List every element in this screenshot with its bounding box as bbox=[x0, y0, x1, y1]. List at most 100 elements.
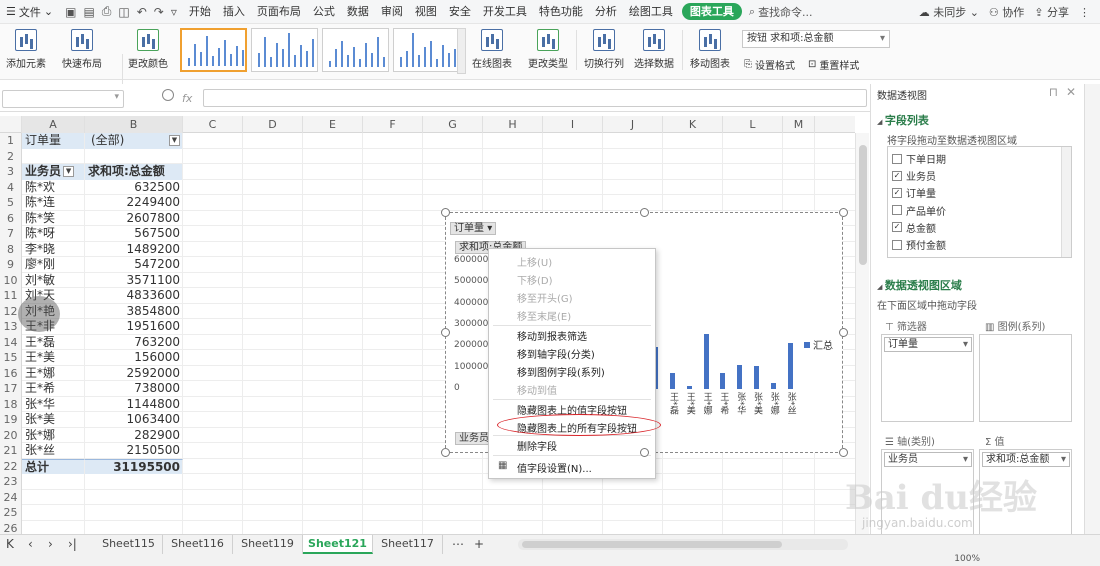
row-header[interactable]: 23 bbox=[0, 474, 22, 490]
chart-style-thumb[interactable] bbox=[393, 28, 460, 72]
cell-a[interactable]: 张*娜 bbox=[22, 427, 85, 443]
column-header-B[interactable]: B bbox=[85, 116, 183, 133]
row-header[interactable]: 13 bbox=[0, 319, 22, 335]
menu-tab-5[interactable]: 审阅 bbox=[375, 0, 409, 24]
gallery-scroll[interactable] bbox=[457, 28, 466, 74]
close-icon[interactable]: ✕ bbox=[1066, 85, 1076, 99]
cell-b[interactable]: 1144800 bbox=[85, 396, 183, 412]
row-header[interactable]: 16 bbox=[0, 365, 22, 381]
chart-element-select[interactable]: 按钮 求和项:总金额 bbox=[742, 30, 890, 48]
cell-b[interactable]: 2592000 bbox=[85, 365, 183, 381]
move-chart-button[interactable]: 移动图表 bbox=[690, 29, 730, 70]
cell-a[interactable]: 王*娜 bbox=[22, 365, 85, 381]
row-header[interactable]: 6 bbox=[0, 210, 22, 226]
context-menu-item-4[interactable]: 移动到报表筛选 bbox=[517, 328, 587, 343]
field-list-scrollbar[interactable] bbox=[1061, 147, 1071, 257]
field-checkbox[interactable] bbox=[892, 239, 902, 250]
column-header-A[interactable]: A bbox=[22, 116, 85, 133]
filter-area[interactable]: 订单量 bbox=[881, 334, 974, 422]
chart-bar[interactable] bbox=[720, 373, 726, 389]
menu-tab-6[interactable]: 视图 bbox=[409, 0, 443, 24]
row-header[interactable]: 14 bbox=[0, 334, 22, 350]
cell-b[interactable]: 547200 bbox=[85, 257, 183, 273]
chart-bar[interactable] bbox=[787, 343, 793, 389]
cell-b[interactable] bbox=[85, 474, 183, 490]
field-item[interactable]: ✓ 总金额 bbox=[892, 220, 936, 235]
more-vert-icon[interactable]: ⋮ bbox=[1079, 6, 1090, 19]
cell-b[interactable] bbox=[85, 505, 183, 521]
resize-handle[interactable] bbox=[839, 328, 848, 337]
cell-b[interactable]: 3571100 bbox=[85, 272, 183, 288]
set-format-button[interactable]: ⎘ 设置格式 bbox=[744, 57, 795, 72]
command-search[interactable]: ⌕ 查找命令... bbox=[749, 4, 813, 20]
cell-a[interactable]: 业务员 ▼ bbox=[22, 164, 85, 180]
chart-bar[interactable] bbox=[754, 366, 759, 389]
undo-icon[interactable]: ↶ bbox=[137, 5, 147, 19]
sheet-tab[interactable]: Sheet119 bbox=[233, 535, 303, 554]
cell-b[interactable]: 31195500 bbox=[85, 458, 183, 474]
cell-b[interactable]: 2150500 bbox=[85, 443, 183, 459]
cell-b[interactable]: 1951600 bbox=[85, 319, 183, 335]
field-item[interactable]: 下单日期 bbox=[892, 151, 946, 166]
cell-b[interactable]: 1063400 bbox=[85, 412, 183, 428]
horizontal-scroll-thumb[interactable] bbox=[522, 541, 782, 548]
redo-icon[interactable]: ↷ bbox=[154, 5, 164, 19]
cell-b[interactable]: 567500 bbox=[85, 226, 183, 242]
change-type-button[interactable]: 更改类型 bbox=[528, 29, 568, 70]
chart-style-thumb[interactable] bbox=[251, 28, 318, 72]
row-header[interactable]: 25 bbox=[0, 505, 22, 521]
cell-b[interactable] bbox=[85, 148, 183, 164]
cell-a[interactable]: 王*美 bbox=[22, 350, 85, 366]
menu-tab-3[interactable]: 公式 bbox=[307, 0, 341, 24]
column-header-D[interactable]: D bbox=[243, 116, 303, 133]
column-header-M[interactable]: M bbox=[783, 116, 815, 133]
first-sheet-icon[interactable]: K bbox=[6, 537, 14, 551]
resize-handle[interactable] bbox=[640, 208, 649, 217]
quick-layout-button[interactable]: 快速布局 bbox=[62, 29, 102, 70]
fx-icon[interactable]: fx bbox=[182, 92, 192, 105]
next-sheet-icon[interactable]: › bbox=[48, 537, 53, 551]
cell-b[interactable]: 1489200 bbox=[85, 241, 183, 257]
row-header[interactable]: 11 bbox=[0, 288, 22, 304]
reset-style-button[interactable]: ⊡ 重置样式 bbox=[808, 57, 859, 72]
zoom-icon[interactable] bbox=[162, 89, 174, 101]
resize-handle[interactable] bbox=[839, 208, 848, 217]
cell-b[interactable]: 2607800 bbox=[85, 210, 183, 226]
zoom-level[interactable]: 100% bbox=[954, 554, 980, 564]
chart-bar[interactable] bbox=[703, 333, 709, 389]
row-header[interactable]: 18 bbox=[0, 396, 22, 412]
export-icon[interactable]: ▤ bbox=[83, 5, 94, 19]
vertical-scroll-thumb[interactable] bbox=[859, 145, 867, 265]
collab-button[interactable]: ⚇ 协作 bbox=[989, 4, 1024, 20]
name-box[interactable] bbox=[2, 90, 124, 108]
chart-style-thumb[interactable] bbox=[180, 28, 247, 72]
column-header-E[interactable]: E bbox=[303, 116, 363, 133]
row-header[interactable]: 19 bbox=[0, 412, 22, 428]
field-item[interactable]: 预付金额 bbox=[892, 237, 946, 252]
row-header[interactable]: 10 bbox=[0, 272, 22, 288]
sheet-tab[interactable]: Sheet116 bbox=[163, 535, 233, 554]
cell-b[interactable]: 282900 bbox=[85, 427, 183, 443]
cell-a[interactable] bbox=[22, 520, 85, 534]
field-checkbox[interactable]: ✓ bbox=[892, 222, 902, 233]
prev-sheet-icon[interactable]: ‹ bbox=[28, 537, 33, 551]
file-menu[interactable]: ☰ 文件 ⌄ bbox=[0, 0, 59, 24]
legend-area[interactable] bbox=[979, 334, 1072, 422]
cell-a[interactable]: 陈*连 bbox=[22, 195, 85, 211]
last-sheet-icon[interactable]: ›| bbox=[68, 537, 77, 551]
row-header[interactable]: 20 bbox=[0, 427, 22, 443]
cell-a[interactable]: 刘*敏 bbox=[22, 272, 85, 288]
column-header-G[interactable]: G bbox=[423, 116, 483, 133]
more-sheets-icon[interactable]: ⋯ bbox=[452, 537, 464, 551]
axis-area-item[interactable]: 业务员 bbox=[884, 452, 972, 467]
chart-filter-button[interactable]: 订单量 ▾ bbox=[450, 222, 497, 235]
row-header[interactable]: 3 bbox=[0, 164, 22, 180]
context-menu-item-11[interactable]: 值字段设置(N)... bbox=[517, 460, 592, 475]
cell-a[interactable] bbox=[22, 489, 85, 505]
cell-b[interactable]: 738000 bbox=[85, 381, 183, 397]
field-item[interactable]: ✓ 订单量 bbox=[892, 185, 936, 200]
menu-tab-1[interactable]: 插入 bbox=[217, 0, 251, 24]
filter-area-item[interactable]: 订单量 bbox=[884, 337, 972, 352]
row-header[interactable]: 26 bbox=[0, 520, 22, 534]
menu-tab-2[interactable]: 页面布局 bbox=[251, 0, 307, 24]
